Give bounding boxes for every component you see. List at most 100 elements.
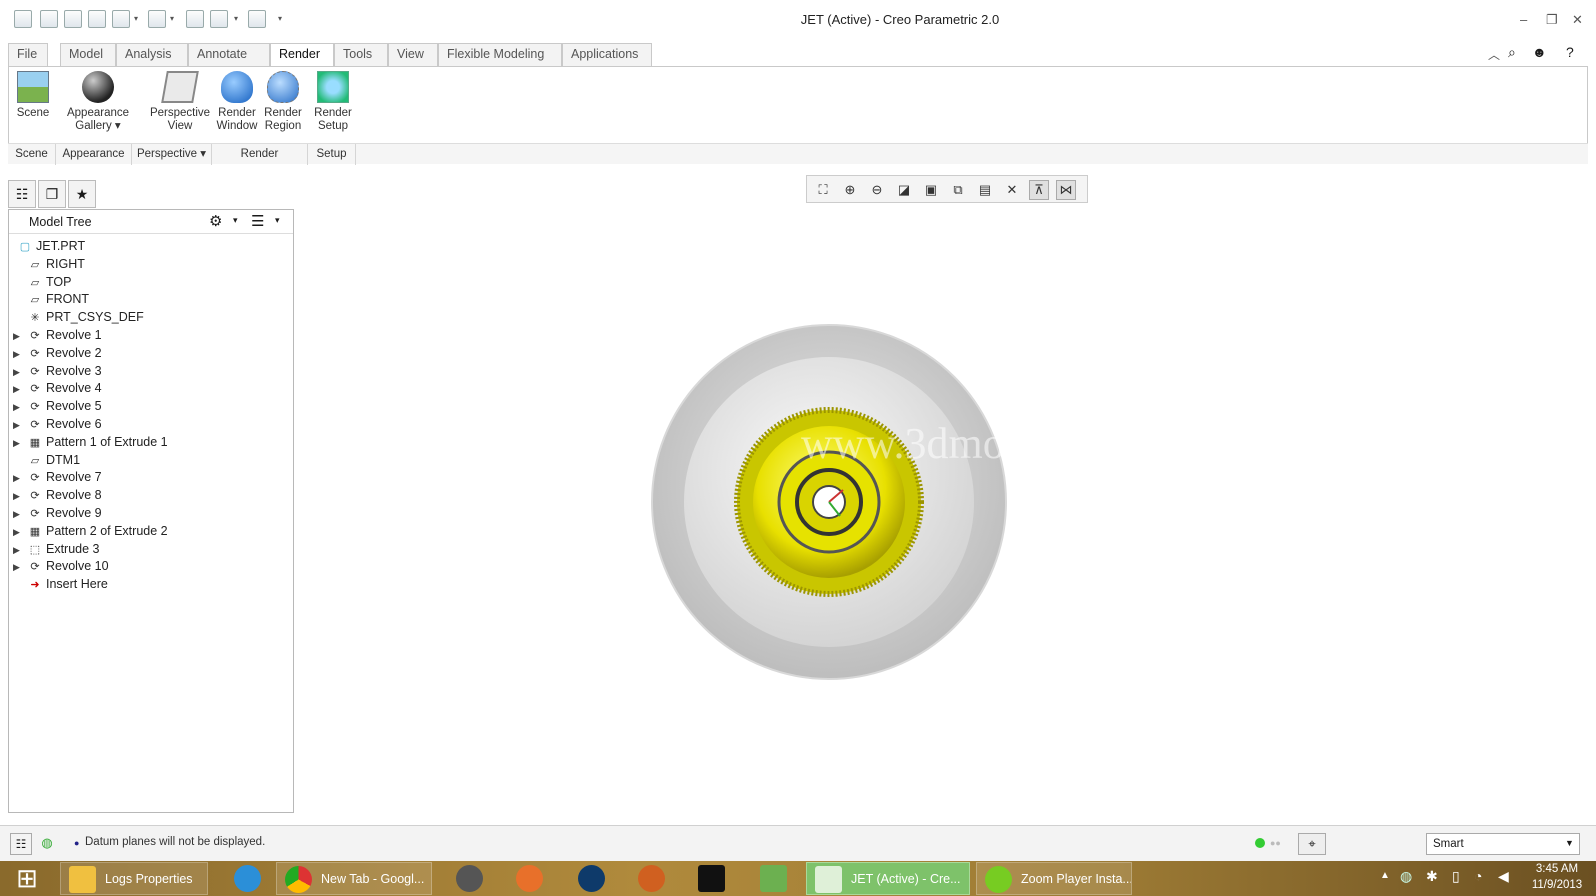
help-icon[interactable]: ? xyxy=(1566,44,1574,60)
annotation-display-icon[interactable]: ⋈ xyxy=(1056,180,1076,200)
expand-arrow-icon[interactable]: ▶ xyxy=(13,505,27,523)
expand-arrow-icon[interactable]: ▶ xyxy=(13,416,27,434)
view-manager-icon[interactable]: ▤ xyxy=(975,180,995,200)
tree-item[interactable]: ▶ ⟳ Revolve 7 xyxy=(13,468,102,486)
tree-item[interactable]: ▶ ⟳ Revolve 9 xyxy=(13,504,102,522)
tree-item[interactable]: ▱ FRONT xyxy=(13,290,89,308)
restore-button[interactable]: ❐ xyxy=(1546,12,1558,28)
taskbar-firefox-button[interactable] xyxy=(508,862,548,895)
tree-item[interactable]: ▱ TOP xyxy=(13,273,72,291)
tree-item[interactable]: ▶ ⬚ Extrude 3 xyxy=(13,540,100,558)
graphics-window[interactable]: www.3dmox.com xyxy=(296,210,1588,815)
tree-item[interactable]: ▶ ⟳ Revolve 8 xyxy=(13,486,102,504)
clock-date[interactable]: 11/9/2013 xyxy=(1524,879,1590,891)
tab-tools[interactable]: Tools xyxy=(334,43,388,66)
expand-arrow-icon[interactable]: ▶ xyxy=(13,487,27,505)
new-file-icon[interactable] xyxy=(40,10,58,28)
favorites-tab-icon[interactable]: ★ xyxy=(68,180,96,208)
toggle-navigator-icon[interactable]: ☷ xyxy=(10,833,32,855)
tree-item[interactable]: ▶ ⟳ Revolve 3 xyxy=(13,362,102,380)
tree-item[interactable]: ▶ ⟳ Revolve 5 xyxy=(13,397,102,415)
taskbar-app-button[interactable] xyxy=(448,862,488,895)
tab-file[interactable]: File ▾ xyxy=(8,43,48,82)
tab-analysis[interactable]: Analysis xyxy=(116,43,188,66)
expand-arrow-icon[interactable]: ▶ xyxy=(13,380,27,398)
windows-dropdown-icon[interactable]: ▾ xyxy=(232,10,240,28)
tree-item[interactable]: ▢ JET.PRT xyxy=(13,237,85,255)
tree-item[interactable]: ▶ ⟳ Revolve 1 xyxy=(13,326,102,344)
tree-columns-dropdown-icon[interactable]: ▾ xyxy=(275,215,280,226)
taskbar-item-creo-jet[interactable]: JET (Active) - Cre... xyxy=(806,862,970,895)
taskbar-cursor-button[interactable] xyxy=(690,862,730,895)
close-button[interactable]: ✕ xyxy=(1572,12,1583,28)
zoom-out-icon[interactable]: ⊖ xyxy=(867,180,887,200)
tree-item[interactable]: ➜ Insert Here xyxy=(13,575,107,593)
tree-settings-icon[interactable]: ⚙ xyxy=(209,212,222,230)
tree-item[interactable]: ▶ ⟳ Revolve 6 xyxy=(13,415,102,433)
close-window-icon[interactable] xyxy=(248,10,266,28)
expand-arrow-icon[interactable]: ▶ xyxy=(13,541,27,559)
expand-arrow-icon[interactable]: ▶ xyxy=(13,469,27,487)
clock-time[interactable]: 3:45 AM xyxy=(1524,863,1590,875)
tree-item[interactable]: ▶ ▦ Pattern 1 of Extrude 1 xyxy=(13,433,168,451)
minimize-button[interactable]: – xyxy=(1520,12,1527,27)
start-button-icon[interactable]: ⊞ xyxy=(6,862,48,895)
datum-display-icon[interactable]: ✕ xyxy=(1002,180,1022,200)
folder-browser-tab-icon[interactable]: ❐ xyxy=(38,180,66,208)
taskbar-ie-button[interactable] xyxy=(226,862,266,895)
search-icon[interactable]: ⌕ xyxy=(1508,44,1516,61)
volume-icon[interactable]: ◀ xyxy=(1498,868,1509,885)
saved-orientations-icon[interactable]: ⧉ xyxy=(948,180,968,200)
taskbar-item-logs[interactable]: Logs Properties xyxy=(60,862,208,895)
save-icon[interactable] xyxy=(88,10,106,28)
tree-item[interactable]: ▶ ⟳ Revolve 2 xyxy=(13,344,102,362)
community-icon[interactable]: ☻ xyxy=(1532,44,1547,60)
tree-settings-dropdown-icon[interactable]: ▾ xyxy=(233,215,238,226)
network-globe-icon[interactable]: ◍ xyxy=(1400,868,1412,885)
render-region-button[interactable]: Render Region xyxy=(261,71,305,133)
taskbar-glove-button[interactable] xyxy=(630,862,670,895)
model-tree-tab-icon[interactable]: ☷ xyxy=(8,180,36,208)
tree-item[interactable]: ▶ ⟳ Revolve 10 xyxy=(13,557,109,575)
customize-toolbar-icon[interactable]: ▾ xyxy=(276,10,284,28)
bluetooth-icon[interactable]: ✱ xyxy=(1426,868,1438,885)
expand-arrow-icon[interactable]: ▶ xyxy=(13,398,27,416)
expand-arrow-icon[interactable]: ▶ xyxy=(13,523,27,541)
refit-icon[interactable]: ⛶ xyxy=(813,180,833,200)
tab-annotate[interactable]: Annotate xyxy=(188,43,270,66)
expand-arrow-icon[interactable]: ▶ xyxy=(13,558,27,576)
expand-arrow-icon[interactable]: ▶ xyxy=(13,363,27,381)
tree-item[interactable]: ▱ RIGHT xyxy=(13,255,85,273)
selection-filter-select[interactable]: Smart ▼ xyxy=(1426,833,1580,855)
spin-center-icon[interactable]: ⊼ xyxy=(1029,180,1049,200)
appearance-gallery-button[interactable]: Appearance Gallery ▾ xyxy=(63,71,133,133)
tree-item[interactable]: ▱ DTM1 xyxy=(13,451,80,469)
tree-item[interactable]: ✳ PRT_CSYS_DEF xyxy=(13,308,143,326)
tray-expand-icon[interactable]: ▲ xyxy=(1380,870,1390,881)
tree-item[interactable]: ▶ ⟳ Revolve 4 xyxy=(13,379,102,397)
open-folder-icon[interactable] xyxy=(64,10,82,28)
battery-icon[interactable]: ▯ xyxy=(1452,868,1460,885)
tab-view[interactable]: View xyxy=(388,43,438,66)
zoom-in-icon[interactable]: ⊕ xyxy=(840,180,860,200)
tab-render[interactable]: Render xyxy=(270,43,334,67)
display-style-icon[interactable]: ▣ xyxy=(921,180,941,200)
render-window-button[interactable]: Render Window xyxy=(215,71,259,133)
expand-arrow-icon[interactable]: ▶ xyxy=(13,345,27,363)
redo-dropdown-icon[interactable]: ▾ xyxy=(168,10,176,28)
find-icon[interactable]: ⌖ xyxy=(1298,833,1326,855)
wifi-icon[interactable]: ◔ xyxy=(1474,868,1482,884)
undo-icon[interactable] xyxy=(112,10,130,28)
minimize-ribbon-icon[interactable]: ︿ xyxy=(1488,46,1500,63)
redo-icon[interactable] xyxy=(148,10,166,28)
perspective-view-button[interactable]: Perspective View xyxy=(145,71,215,133)
taskbar-creo-app-button[interactable] xyxy=(752,862,792,895)
undo-dropdown-icon[interactable]: ▾ xyxy=(132,10,140,28)
render-setup-button[interactable]: Render Setup xyxy=(311,71,355,133)
taskbar-item-chrome[interactable]: New Tab - Googl... xyxy=(276,862,432,895)
tree-item[interactable]: ▶ ▦ Pattern 2 of Extrude 2 xyxy=(13,522,168,540)
expand-arrow-icon[interactable]: ▶ xyxy=(13,434,27,452)
expand-arrow-icon[interactable]: ▶ xyxy=(13,327,27,345)
tree-columns-icon[interactable]: ☰ xyxy=(251,212,264,230)
tab-model[interactable]: Model xyxy=(60,43,116,66)
